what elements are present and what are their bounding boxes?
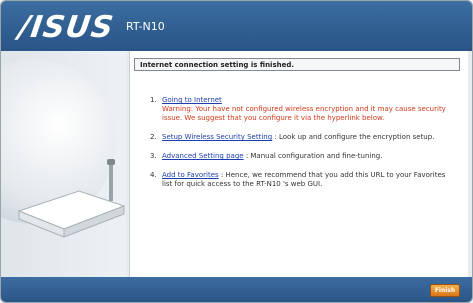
item-description: : Look up and configure the encryption s… xyxy=(274,133,435,141)
item-number: 3. xyxy=(150,152,157,160)
setup-wizard-window: /ISUS RT-N10 Internet connection setting… xyxy=(0,0,473,303)
router-icon xyxy=(17,159,126,238)
advanced-setting-link[interactable]: Advanced Setting page xyxy=(162,152,244,160)
item-number: 1. xyxy=(150,96,157,104)
list-item: 2. Setup Wireless Security Setting : Loo… xyxy=(150,133,450,142)
list-item: 1. Going to Internet Warning: Your have … xyxy=(150,96,450,123)
going-to-internet-link[interactable]: Going to Internet xyxy=(162,96,222,104)
item-number: 2. xyxy=(150,133,157,141)
page-title: Internet connection setting is finished. xyxy=(134,58,460,71)
list-item: 3. Advanced Setting page : Manual config… xyxy=(150,152,450,161)
model-name: RT-N10 xyxy=(126,20,165,33)
item-number: 4. xyxy=(150,171,157,179)
illustration-panel xyxy=(1,51,126,277)
finish-button[interactable]: Finish xyxy=(430,284,460,297)
content-panel: Internet connection setting is finished.… xyxy=(129,51,468,277)
wireless-security-link[interactable]: Setup Wireless Security Setting xyxy=(162,133,272,141)
encryption-warning: Warning: Your have not configured wirele… xyxy=(162,105,446,122)
list-item: 4. Add to Favorites : Hence, we recommen… xyxy=(150,171,450,189)
add-to-favorites-link[interactable]: Add to Favorites xyxy=(162,171,219,179)
footer-bar: Finish xyxy=(1,277,472,302)
header-bar: /ISUS RT-N10 xyxy=(1,1,472,51)
item-description: : Manual configuration and fine-tuning. xyxy=(245,152,383,160)
next-steps-list: 1. Going to Internet Warning: Your have … xyxy=(150,96,450,199)
asus-logo: /ISUS xyxy=(16,10,117,45)
